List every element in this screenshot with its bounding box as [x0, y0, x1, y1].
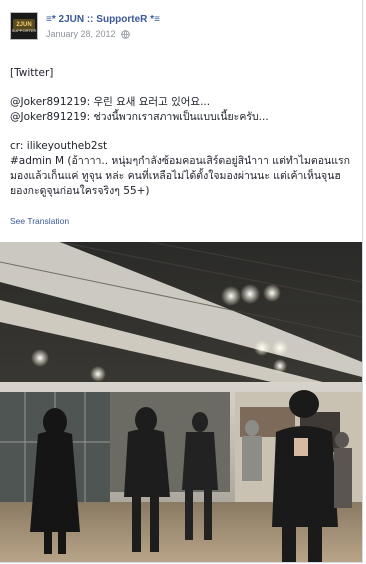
globe-icon [121, 30, 130, 39]
page-avatar[interactable]: 2JUN SUPPORTER [10, 12, 38, 40]
facebook-post-card: 2JUN SUPPORTER ≡* 2JUN :: SupporteR *≡ J… [0, 0, 363, 563]
see-translation-link[interactable]: See Translation [10, 216, 69, 226]
post-message: [Twitter] @Joker891219: 우린 요새 요러고 있어요...… [10, 66, 355, 199]
svg-text:SUPPORTER: SUPPORTER [12, 28, 37, 33]
post-line-credit: cr: ilikeyoutheb2st [10, 140, 108, 152]
post-date-text[interactable]: January 28, 2012 [46, 29, 116, 39]
post-photo[interactable] [0, 242, 362, 562]
post-timestamp[interactable]: January 28, 2012 [46, 29, 130, 39]
post-line-tweet-thai: @Joker891219: ช่วงนี้พวกเราสภาพเป็นแบบเน… [10, 111, 269, 123]
post-line-admin-note: #admin M (อ้าาาา.. หนุ่มๆกำลังซ้อมคอนเสิ… [10, 155, 350, 197]
page-name-link[interactable]: ≡* 2JUN :: SupporteR *≡ [46, 14, 160, 25]
post-line-source: [Twitter] [10, 67, 54, 79]
post-line-tweet-korean: @Joker891219: 우린 요새 요러고 있어요... [10, 96, 211, 108]
